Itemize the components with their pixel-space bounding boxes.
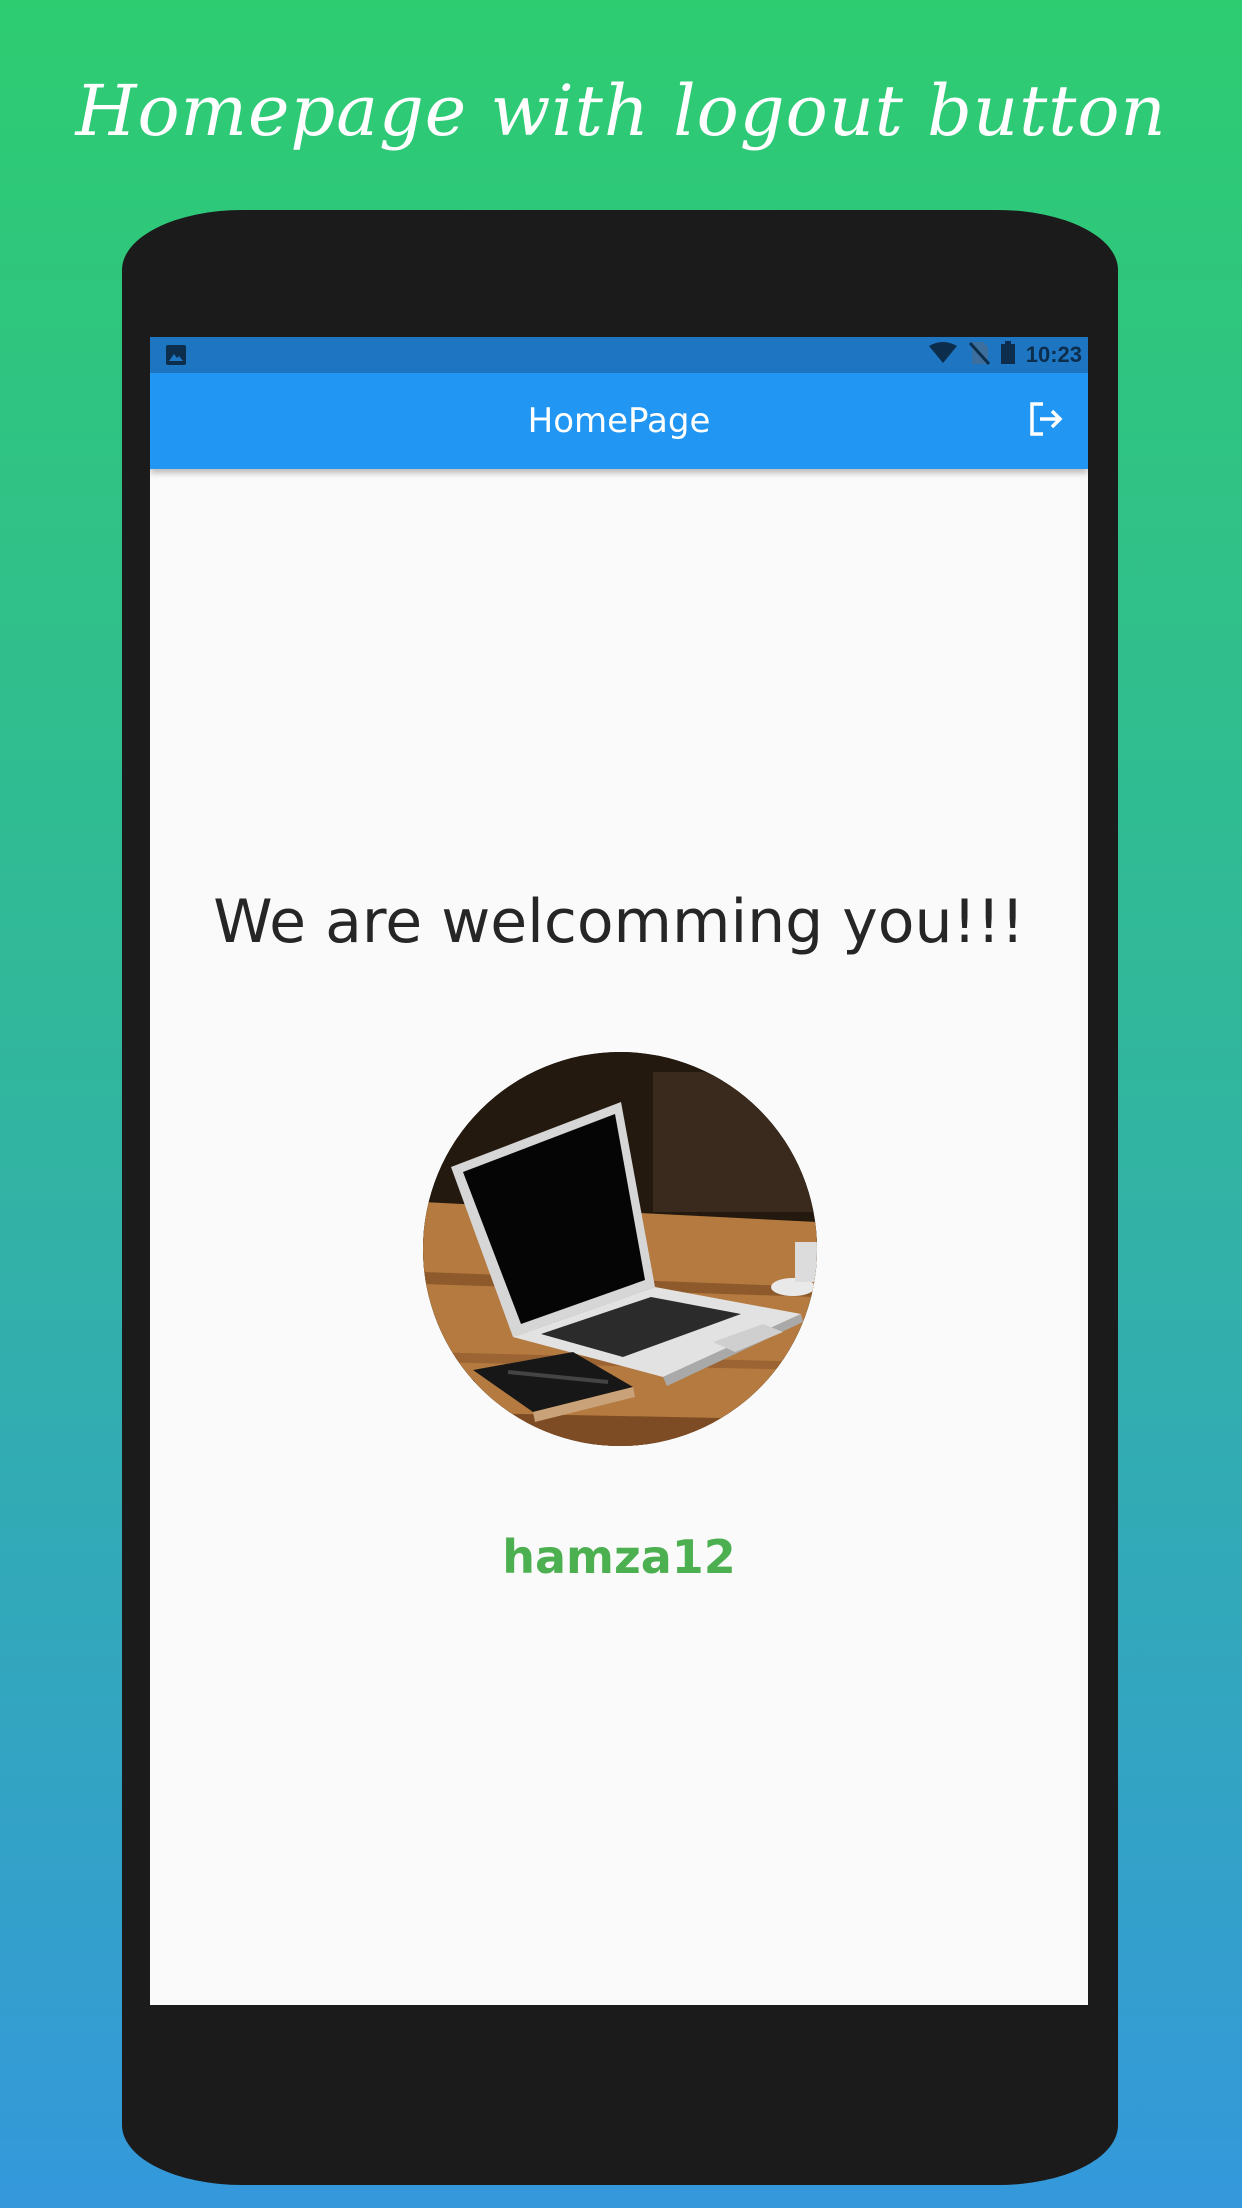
page-headline: Homepage with logout button <box>75 70 1167 152</box>
avatar <box>423 1052 817 1446</box>
no-sim-icon <box>968 341 990 370</box>
welcome-message: We are welcomming you!!! <box>213 887 1025 957</box>
wifi-icon <box>928 341 958 369</box>
phone-screen: 10:23 HomePage We are welcomming you!!! <box>150 337 1088 2005</box>
laptop-photo <box>423 1052 817 1446</box>
logout-icon <box>1026 399 1066 444</box>
status-icons: 10:23 <box>928 337 1082 373</box>
status-time: 10:23 <box>1025 342 1082 367</box>
battery-icon <box>1000 340 1016 370</box>
username: hamza12 <box>502 1530 736 1584</box>
app-bar: HomePage <box>150 373 1088 469</box>
status-bar: 10:23 <box>150 337 1088 373</box>
image-notification-icon <box>166 345 186 365</box>
app-bar-title: HomePage <box>527 401 711 441</box>
logout-button[interactable] <box>1016 391 1076 451</box>
